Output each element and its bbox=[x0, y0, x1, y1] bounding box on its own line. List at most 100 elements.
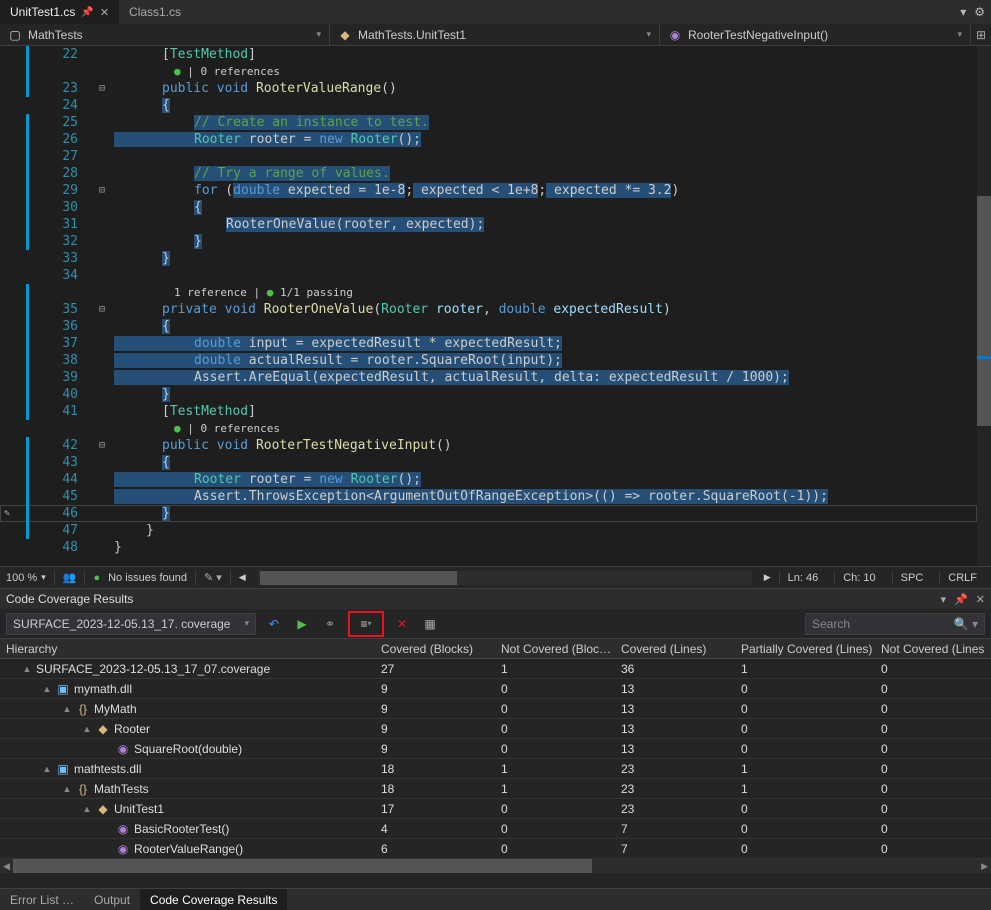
table-row[interactable]: ▲ SURFACE_2023-12-05.13_17_07.coverage 2… bbox=[0, 659, 991, 679]
gear-icon[interactable]: ⚙ bbox=[974, 5, 985, 19]
tab-class1[interactable]: Class1.cs bbox=[119, 0, 191, 24]
split-icon[interactable]: ⊞ bbox=[971, 28, 991, 42]
col-not-covered-blocks[interactable]: Not Covered (Blocks) bbox=[495, 642, 615, 656]
col-hierarchy[interactable]: Hierarchy bbox=[0, 642, 375, 656]
table-row[interactable]: ▲ {} MathTests 18 1 23 1 0 bbox=[0, 779, 991, 799]
expander-icon[interactable] bbox=[102, 824, 112, 834]
coverage-file-dropdown[interactable]: SURFACE_2023-12-05.13_17. coverage ▾ bbox=[6, 613, 256, 635]
zoom-level[interactable]: 100 % ▾ bbox=[6, 572, 46, 584]
editor-statusbar: 100 % ▾ 👥 ● No issues found ✎ ▾ ◀ ▶ Ln: … bbox=[0, 566, 991, 588]
cell-not-covered-lines: 0 bbox=[875, 682, 991, 696]
col-covered-blocks[interactable]: Covered (Blocks) bbox=[375, 642, 495, 656]
fold-toggle[interactable]: ⊟ bbox=[90, 182, 114, 199]
brush-icon[interactable]: ✎ bbox=[4, 505, 10, 522]
pin-icon[interactable]: 📌 bbox=[954, 593, 968, 606]
cell-covered-lines: 36 bbox=[615, 662, 735, 676]
chevron-down-icon: ▾ bbox=[41, 572, 46, 583]
codelens-passing[interactable]: 1/1 passing bbox=[280, 286, 353, 299]
import-icon[interactable]: ↶ bbox=[264, 614, 284, 634]
export-icon[interactable]: ▶ bbox=[292, 614, 312, 634]
tab-unittest1[interactable]: UnitTest1.cs 📌 ✕ bbox=[0, 0, 119, 24]
row-name: MyMath bbox=[94, 702, 137, 716]
cell-partially-covered-lines: 0 bbox=[735, 802, 875, 816]
pin-icon[interactable]: 📌 bbox=[81, 7, 93, 18]
window-menu-icon[interactable]: ▾ bbox=[941, 593, 947, 606]
line-number: 46 bbox=[30, 505, 90, 522]
dll-icon: ▣ bbox=[56, 762, 70, 776]
nav-class[interactable]: ◆ MathTests.UnitTest1 ▾ bbox=[330, 24, 660, 45]
scroll-left-icon[interactable]: ◀ bbox=[239, 572, 246, 583]
brush-icon[interactable]: ✎ ▾ bbox=[204, 571, 222, 584]
cell-covered-blocks: 18 bbox=[375, 782, 495, 796]
table-row[interactable]: ◉ BasicRooterTest() 4 0 7 0 0 bbox=[0, 819, 991, 839]
bottom-tool-tabs: Error List … Output Code Coverage Result… bbox=[0, 888, 991, 910]
line-number: 48 bbox=[30, 539, 90, 556]
table-row[interactable]: ◉ SquareRoot(double) 9 0 13 0 0 bbox=[0, 739, 991, 759]
highlight-icon[interactable]: ≡ ▾ bbox=[348, 611, 384, 637]
code-editor[interactable]: 22[[TestMethod]TestMethod] ● | 0 referen… bbox=[0, 46, 991, 566]
check-icon: ● bbox=[93, 572, 100, 584]
table-row[interactable]: ◉ RooterValueRange() 6 0 7 0 0 bbox=[0, 839, 991, 859]
search-icon[interactable]: 🔍 ▾ bbox=[954, 617, 978, 631]
method-icon: ◉ bbox=[116, 742, 130, 756]
cell-not-covered-lines: 0 bbox=[875, 702, 991, 716]
line-number: 32 bbox=[30, 233, 90, 250]
col-covered-lines[interactable]: Covered (Lines) bbox=[615, 642, 735, 656]
expander-icon[interactable]: ▲ bbox=[42, 684, 52, 694]
col-partially-covered-lines[interactable]: Partially Covered (Lines) bbox=[735, 642, 875, 656]
table-row[interactable]: ▲ ◆ Rooter 9 0 13 0 0 bbox=[0, 719, 991, 739]
line-number: 47 bbox=[30, 522, 90, 539]
indent-mode[interactable]: SPC bbox=[892, 572, 932, 584]
fold-toggle[interactable]: ⊟ bbox=[90, 80, 114, 97]
close-icon[interactable]: ✕ bbox=[976, 593, 985, 606]
line-number: 42 bbox=[30, 437, 90, 454]
expander-icon[interactable]: ▲ bbox=[22, 664, 32, 674]
fold-toggle[interactable]: ⊟ bbox=[90, 301, 114, 318]
tab-code-coverage[interactable]: Code Coverage Results bbox=[140, 889, 287, 910]
codelens-refs[interactable]: 0 references bbox=[201, 422, 280, 435]
table-row[interactable]: ▲ ▣ mymath.dll 9 0 13 0 0 bbox=[0, 679, 991, 699]
expander-icon[interactable]: ▲ bbox=[42, 764, 52, 774]
method-icon: ◉ bbox=[668, 28, 682, 42]
expander-icon[interactable]: ▲ bbox=[62, 704, 72, 714]
tab-error-list[interactable]: Error List … bbox=[0, 889, 84, 910]
scroll-map[interactable] bbox=[977, 46, 991, 566]
scroll-left-icon[interactable]: ◀ bbox=[0, 861, 13, 872]
expander-icon[interactable] bbox=[102, 744, 112, 754]
merge-icon[interactable]: ⚭ bbox=[320, 614, 340, 634]
cell-covered-lines: 13 bbox=[615, 742, 735, 756]
line-number: 45 bbox=[30, 488, 90, 505]
issues-label[interactable]: No issues found bbox=[108, 572, 187, 584]
codelens-refs[interactable]: 1 reference bbox=[174, 286, 247, 299]
horizontal-scrollbar[interactable] bbox=[13, 859, 978, 873]
remove-icon[interactable]: ✕ bbox=[392, 614, 412, 634]
tab-output[interactable]: Output bbox=[84, 889, 140, 910]
expander-icon[interactable]: ▲ bbox=[62, 784, 72, 794]
col-not-covered-lines[interactable]: Not Covered (Lines bbox=[875, 642, 991, 656]
table-row[interactable]: ▲ {} MyMath 9 0 13 0 0 bbox=[0, 699, 991, 719]
expander-icon[interactable] bbox=[102, 844, 112, 854]
class-icon: ◆ bbox=[96, 802, 110, 816]
expander-icon[interactable]: ▲ bbox=[82, 724, 92, 734]
table-row[interactable]: ▲ ▣ mathtests.dll 18 1 23 1 0 bbox=[0, 759, 991, 779]
line-number: 40 bbox=[30, 386, 90, 403]
scroll-right-icon[interactable]: ▶ bbox=[978, 861, 991, 872]
cell-not-covered-lines: 0 bbox=[875, 662, 991, 676]
coverage-panel: Code Coverage Results ▾ 📌 ✕ SURFACE_2023… bbox=[0, 588, 991, 888]
users-icon[interactable]: 👥 bbox=[63, 571, 77, 584]
close-icon[interactable]: ✕ bbox=[100, 6, 109, 19]
line-ending[interactable]: CRLF bbox=[939, 572, 985, 584]
tab-overflow-icon[interactable]: ▾ bbox=[960, 5, 966, 19]
nav-namespace[interactable]: ▢ MathTests ▾ bbox=[0, 24, 330, 45]
codelens-refs[interactable]: 0 references bbox=[201, 65, 280, 78]
cursor-char[interactable]: Ch: 10 bbox=[834, 572, 883, 584]
nav-method[interactable]: ◉ RooterTestNegativeInput() ▾ bbox=[660, 24, 971, 45]
table-row[interactable]: ▲ ◆ UnitTest1 17 0 23 0 0 bbox=[0, 799, 991, 819]
columns-icon[interactable]: ▦ bbox=[420, 614, 440, 634]
cursor-line[interactable]: Ln: 46 bbox=[779, 572, 827, 584]
fold-toggle[interactable]: ⊟ bbox=[90, 437, 114, 454]
horizontal-scrollbar[interactable] bbox=[258, 571, 752, 585]
scroll-right-icon[interactable]: ▶ bbox=[764, 572, 771, 583]
search-input[interactable]: Search 🔍 ▾ bbox=[805, 613, 985, 635]
expander-icon[interactable]: ▲ bbox=[82, 804, 92, 814]
